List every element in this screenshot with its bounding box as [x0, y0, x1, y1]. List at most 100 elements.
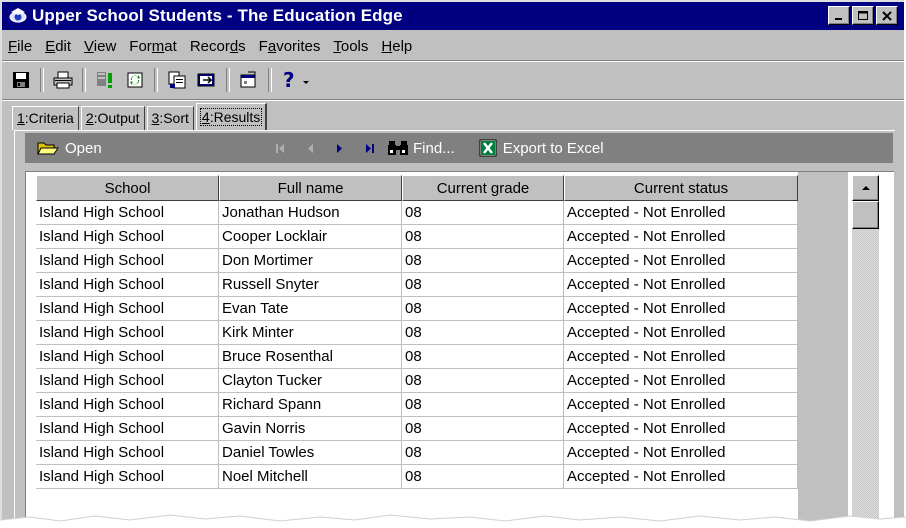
cell-full-name[interactable]: Jonathan Hudson [219, 201, 402, 225]
cell-full-name[interactable]: Richard Spann [219, 393, 402, 417]
cell-current-status[interactable]: Accepted - Not Enrolled [564, 249, 798, 273]
column-header-current-status[interactable]: Current status [564, 175, 798, 201]
cell-current-grade[interactable]: 08 [402, 297, 564, 321]
cell-current-grade[interactable]: 08 [402, 225, 564, 249]
close-button[interactable] [876, 6, 898, 25]
menu-help[interactable]: Help [375, 38, 419, 55]
toolbar-separator [154, 68, 158, 92]
cell-current-grade[interactable]: 08 [402, 345, 564, 369]
tab-results[interactable]: 4:Results [195, 103, 268, 130]
cell-school[interactable]: Island High School [36, 273, 219, 297]
find-button[interactable]: Find... [387, 139, 455, 157]
menu-tools[interactable]: Tools [327, 38, 375, 55]
cell-current-grade[interactable]: 08 [402, 369, 564, 393]
cell-current-status[interactable]: Accepted - Not Enrolled [564, 345, 798, 369]
cell-school[interactable]: Island High School [36, 345, 219, 369]
export-to-excel-button[interactable]: Export to Excel [479, 139, 604, 157]
cell-school[interactable]: Island High School [36, 249, 219, 273]
cell-current-grade[interactable]: 08 [402, 249, 564, 273]
column-header-current-grade[interactable]: Current grade [402, 175, 564, 201]
scroll-up-button[interactable] [852, 175, 879, 201]
vertical-scrollbar[interactable] [852, 175, 879, 524]
menu-format[interactable]: Format [123, 38, 184, 55]
table-row[interactable]: Island High School Gavin Norris 08 Accepted… [36, 417, 798, 441]
cell-full-name[interactable]: Don Mortimer [219, 249, 402, 273]
cell-current-status[interactable]: Accepted - Not Enrolled [564, 297, 798, 321]
menu-records[interactable]: Records [184, 38, 253, 55]
save-button[interactable] [8, 67, 34, 93]
cell-current-grade[interactable]: 08 [402, 201, 564, 225]
open-button[interactable]: Open [37, 139, 102, 157]
table-row[interactable]: Island High School Don Mortimer 08 Accepted… [36, 249, 798, 273]
cell-full-name[interactable]: Evan Tate [219, 297, 402, 321]
cell-current-status[interactable]: Accepted - Not Enrolled [564, 393, 798, 417]
cell-school[interactable]: Island High School [36, 465, 219, 489]
table-row[interactable]: Island High School Richard Spann 08 Accepte… [36, 393, 798, 417]
properties-button[interactable] [236, 67, 262, 93]
cell-full-name[interactable]: Cooper Locklair [219, 225, 402, 249]
table-row[interactable]: Island High School Cooper Locklair 08 Accep… [36, 225, 798, 249]
menu-file[interactable]: File [2, 38, 39, 55]
menu-view[interactable]: View [78, 38, 123, 55]
table-row[interactable]: Island High School Daniel Towles 08 Accepte… [36, 441, 798, 465]
table-row[interactable]: Island High School Bruce Rosenthal 08 Accep… [36, 345, 798, 369]
cell-school[interactable]: Island High School [36, 225, 219, 249]
cell-full-name[interactable]: Kirk Minter [219, 321, 402, 345]
cell-school[interactable]: Island High School [36, 369, 219, 393]
cell-current-status[interactable]: Accepted - Not Enrolled [564, 465, 798, 489]
cell-current-grade[interactable]: 08 [402, 393, 564, 417]
next-record-icon[interactable] [333, 141, 347, 155]
tab-criteria[interactable]: 1:Criteria [12, 106, 79, 130]
first-record-icon[interactable] [273, 141, 287, 155]
previous-record-icon[interactable] [303, 141, 317, 155]
cell-full-name[interactable]: Gavin Norris [219, 417, 402, 441]
minimize-button[interactable] [828, 6, 850, 25]
cell-school[interactable]: Island High School [36, 297, 219, 321]
cell-current-grade[interactable]: 08 [402, 441, 564, 465]
column-header-full-name[interactable]: Full name [219, 175, 402, 201]
help-button[interactable]: ? [278, 67, 314, 93]
cell-full-name[interactable]: Clayton Tucker [219, 369, 402, 393]
menu-edit[interactable]: Edit [39, 38, 78, 55]
cell-full-name[interactable]: Noel Mitchell [219, 465, 402, 489]
tab-output[interactable]: 2:Output [80, 106, 145, 130]
cell-current-status[interactable]: Accepted - Not Enrolled [564, 273, 798, 297]
cell-current-grade[interactable]: 08 [402, 273, 564, 297]
last-record-icon[interactable] [363, 141, 377, 155]
table-row[interactable]: Island High School Evan Tate 08 Accepted - … [36, 297, 798, 321]
table-row[interactable]: Island High School Clayton Tucker 08 Accept… [36, 369, 798, 393]
title-bar[interactable]: Upper School Students - The Education Ed… [2, 2, 904, 30]
export-button[interactable] [194, 67, 220, 93]
refresh-button[interactable] [122, 67, 148, 93]
cell-school[interactable]: Island High School [36, 201, 219, 225]
print-button[interactable] [50, 67, 76, 93]
alert-icon [97, 72, 112, 88]
alert-button[interactable] [92, 67, 118, 93]
cell-current-status[interactable]: Accepted - Not Enrolled [564, 321, 798, 345]
cell-school[interactable]: Island High School [36, 417, 219, 441]
cell-full-name[interactable]: Bruce Rosenthal [219, 345, 402, 369]
tab-sort[interactable]: 3:Sort [146, 106, 194, 130]
cell-current-status[interactable]: Accepted - Not Enrolled [564, 225, 798, 249]
cell-school[interactable]: Island High School [36, 441, 219, 465]
scroll-thumb[interactable] [852, 201, 879, 229]
cell-current-status[interactable]: Accepted - Not Enrolled [564, 441, 798, 465]
cell-school[interactable]: Island High School [36, 321, 219, 345]
cell-current-grade[interactable]: 08 [402, 417, 564, 441]
copy-button[interactable] [164, 67, 190, 93]
cell-current-status[interactable]: Accepted - Not Enrolled [564, 417, 798, 441]
cell-current-grade[interactable]: 08 [402, 321, 564, 345]
cell-full-name[interactable]: Daniel Towles [219, 441, 402, 465]
column-header-school[interactable]: School [36, 175, 219, 201]
cell-school[interactable]: Island High School [36, 393, 219, 417]
cell-current-status[interactable]: Accepted - Not Enrolled [564, 201, 798, 225]
cell-current-status[interactable]: Accepted - Not Enrolled [564, 369, 798, 393]
table-row[interactable]: Island High School Kirk Minter 08 Accepted … [36, 321, 798, 345]
cell-full-name[interactable]: Russell Snyter [219, 273, 402, 297]
cell-current-grade[interactable]: 08 [402, 465, 564, 489]
maximize-button[interactable] [852, 6, 874, 25]
table-row[interactable]: Island High School Russell Snyter 08 Accept… [36, 273, 798, 297]
menu-favorites[interactable]: Favorites [253, 38, 328, 55]
table-row[interactable]: Island High School Noel Mitchell 08 Accepte… [36, 465, 798, 489]
table-row[interactable]: Island High School Jonathan Hudson 08 Accep… [36, 201, 798, 225]
